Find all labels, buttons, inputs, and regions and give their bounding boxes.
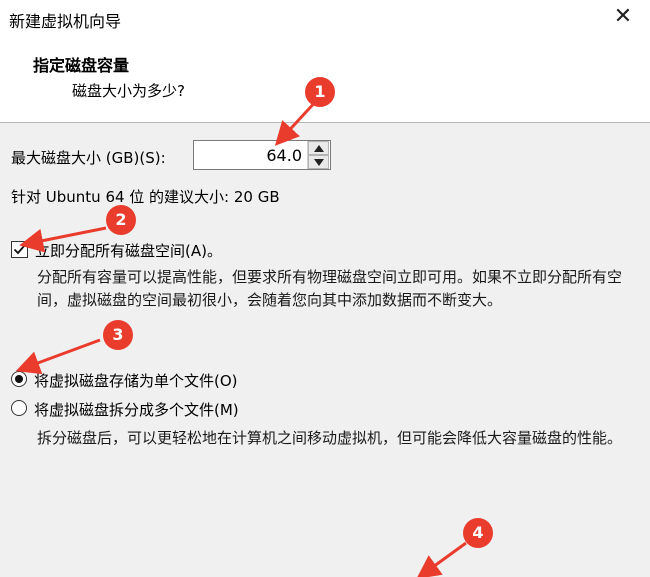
annotation-badge-1: 1 <box>305 77 335 107</box>
arrow-3 <box>15 338 101 375</box>
annotation-badge-3: 3 <box>103 320 133 350</box>
arrow-2 <box>19 226 107 253</box>
annotation-badge-4: 4 <box>463 518 493 548</box>
arrow-4 <box>416 541 467 577</box>
annotation-badge-2: 2 <box>106 205 136 235</box>
